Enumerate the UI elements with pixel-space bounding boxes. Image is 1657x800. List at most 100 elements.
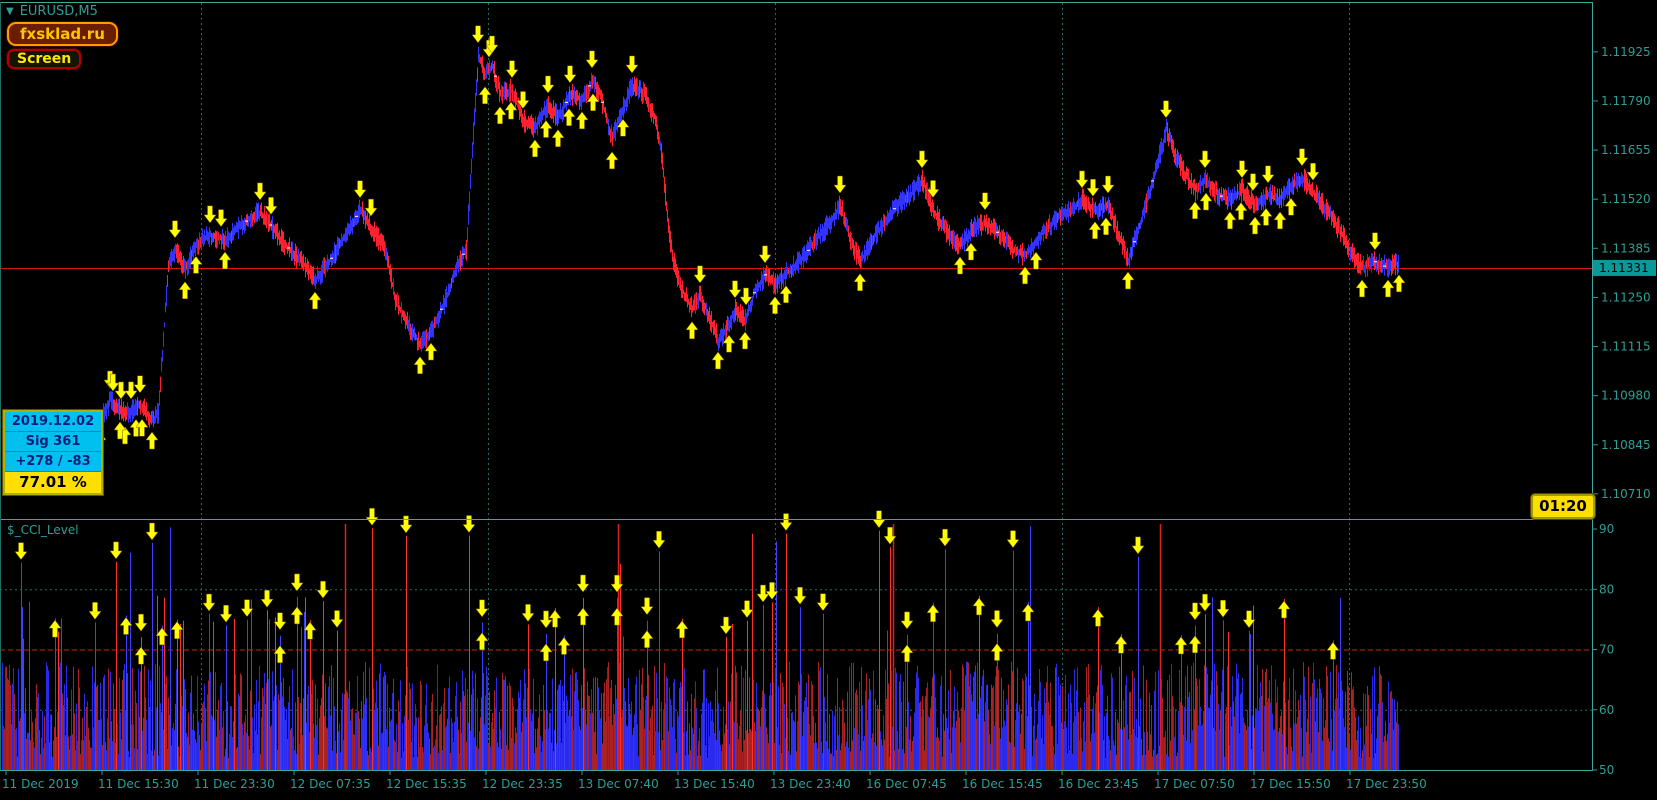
down-signal-arrow — [261, 590, 273, 607]
up-signal-arrow — [577, 608, 589, 625]
terminal-window: 1.119251.117901.116551.115201.113851.112… — [0, 0, 1657, 800]
down-signal-arrow — [1007, 531, 1019, 548]
down-signal-arrow — [542, 76, 554, 93]
up-signal-arrow — [1019, 267, 1031, 284]
svg-text:1.10980: 1.10980 — [1601, 389, 1651, 403]
up-signal-arrow — [1115, 636, 1127, 653]
up-signal-arrow — [476, 633, 488, 650]
up-signal-arrow — [1356, 280, 1368, 297]
up-signal-arrow — [611, 608, 623, 625]
up-signal-arrow — [291, 607, 303, 624]
down-signal-arrow — [254, 183, 266, 200]
indicator-name-label: $_CCI_Level — [7, 523, 79, 537]
down-signal-arrow — [169, 221, 181, 238]
fxsklad-button[interactable]: fxsklad.ru — [7, 22, 118, 46]
up-signal-arrow — [552, 130, 564, 147]
up-signal-arrow — [854, 274, 866, 291]
cci-indicator-bars[interactable] — [3, 524, 1399, 770]
svg-text:90: 90 — [1599, 522, 1614, 536]
down-signal-arrow — [400, 516, 412, 533]
down-signal-arrow — [476, 600, 488, 617]
down-signal-arrow — [1236, 161, 1248, 178]
up-signal-arrow — [219, 252, 231, 269]
up-signal-arrow — [769, 297, 781, 314]
chevron-down-icon[interactable]: ▼ — [6, 6, 14, 17]
up-signal-arrow — [479, 87, 491, 104]
down-signal-arrow — [1087, 179, 1099, 196]
chart-canvas[interactable]: 1.119251.117901.116551.115201.113851.112… — [0, 0, 1657, 800]
down-signal-arrow — [1296, 149, 1308, 166]
up-signal-arrow — [739, 332, 751, 349]
main-chart-candles[interactable] — [3, 47, 1399, 473]
up-signal-arrow — [1260, 208, 1272, 225]
time-axis[interactable]: 11 Dec 201911 Dec 15:3011 Dec 23:3012 De… — [2, 771, 1427, 791]
up-signal-arrow — [723, 335, 735, 352]
grid-layer — [0, 3, 1592, 770]
symbol-title-text: EURUSD,M5 — [20, 4, 98, 19]
up-signal-arrow — [1235, 203, 1247, 220]
up-signal-arrow — [712, 352, 724, 369]
down-signal-arrow — [331, 611, 343, 628]
down-signal-arrow — [1189, 603, 1201, 620]
up-signal-arrow — [686, 322, 698, 339]
up-signal-arrow — [563, 109, 575, 126]
svg-text:16 Dec 15:45: 16 Dec 15:45 — [962, 777, 1043, 791]
down-signal-arrow — [834, 176, 846, 193]
svg-text:17 Dec 07:50: 17 Dec 07:50 — [1154, 777, 1235, 791]
down-signal-arrow — [125, 382, 137, 399]
down-signal-arrow — [916, 151, 928, 168]
down-signal-arrow — [215, 210, 227, 227]
down-signal-arrow — [1307, 163, 1319, 180]
up-signal-arrow — [540, 644, 552, 661]
up-signal-arrow — [954, 257, 966, 274]
svg-text:17 Dec 15:50: 17 Dec 15:50 — [1250, 777, 1331, 791]
up-signal-arrow — [973, 598, 985, 615]
svg-text:1.11115: 1.11115 — [1601, 340, 1651, 354]
up-signal-arrow — [558, 637, 570, 654]
svg-text:1.10845: 1.10845 — [1601, 438, 1651, 452]
down-signal-arrow — [1076, 171, 1088, 188]
svg-text:70: 70 — [1599, 643, 1614, 657]
down-signal-arrow — [291, 574, 303, 591]
up-signal-arrow — [529, 140, 541, 157]
down-signal-arrow — [1262, 166, 1274, 183]
svg-text:12 Dec 15:35: 12 Dec 15:35 — [386, 777, 467, 791]
up-signal-arrow — [1274, 212, 1286, 229]
candle-timer[interactable]: 01:20 — [1531, 494, 1595, 519]
svg-text:16 Dec 07:45: 16 Dec 07:45 — [866, 777, 947, 791]
down-signal-arrow — [135, 614, 147, 631]
up-signal-arrow — [1382, 280, 1394, 297]
down-signal-arrow — [653, 531, 665, 548]
down-signal-arrow — [817, 594, 829, 611]
svg-text:17 Dec 23:50: 17 Dec 23:50 — [1346, 777, 1427, 791]
up-signal-arrow — [1089, 222, 1101, 239]
up-signal-arrow — [576, 112, 588, 129]
up-signal-arrow — [991, 644, 1003, 661]
svg-text:13 Dec 23:40: 13 Dec 23:40 — [770, 777, 851, 791]
up-signal-arrow — [1285, 198, 1297, 215]
price-axis[interactable]: 1.119251.117901.116551.115201.113851.112… — [1592, 45, 1656, 777]
up-signal-arrow — [676, 621, 688, 638]
signal-arrows-layer — [4, 26, 1405, 664]
svg-text:80: 80 — [1599, 582, 1614, 596]
down-signal-arrow — [780, 514, 792, 531]
svg-text:16 Dec 23:45: 16 Dec 23:45 — [1058, 777, 1139, 791]
svg-text:11 Dec 2019: 11 Dec 2019 — [2, 777, 79, 791]
symbol-title: ▼ EURUSD,M5 — [6, 4, 98, 19]
up-signal-arrow — [1122, 272, 1134, 289]
up-signal-arrow — [1224, 212, 1236, 229]
down-signal-arrow — [317, 581, 329, 598]
screen-button[interactable]: Screen — [7, 49, 81, 69]
signal-stats-panel[interactable]: 2019.12.02 Sig 361 +278 / -83 77.01 % — [3, 410, 103, 495]
down-signal-arrow — [472, 26, 484, 43]
down-signal-arrow — [1217, 600, 1229, 617]
down-signal-arrow — [1247, 174, 1259, 191]
down-signal-arrow — [1199, 151, 1211, 168]
down-signal-arrow — [564, 66, 576, 83]
up-signal-arrow — [1189, 202, 1201, 219]
svg-text:1.11655: 1.11655 — [1601, 143, 1651, 157]
down-signal-arrow — [729, 281, 741, 298]
svg-text:11 Dec 15:30: 11 Dec 15:30 — [98, 777, 179, 791]
up-signal-arrow — [1092, 609, 1104, 626]
down-signal-arrow — [110, 542, 122, 559]
